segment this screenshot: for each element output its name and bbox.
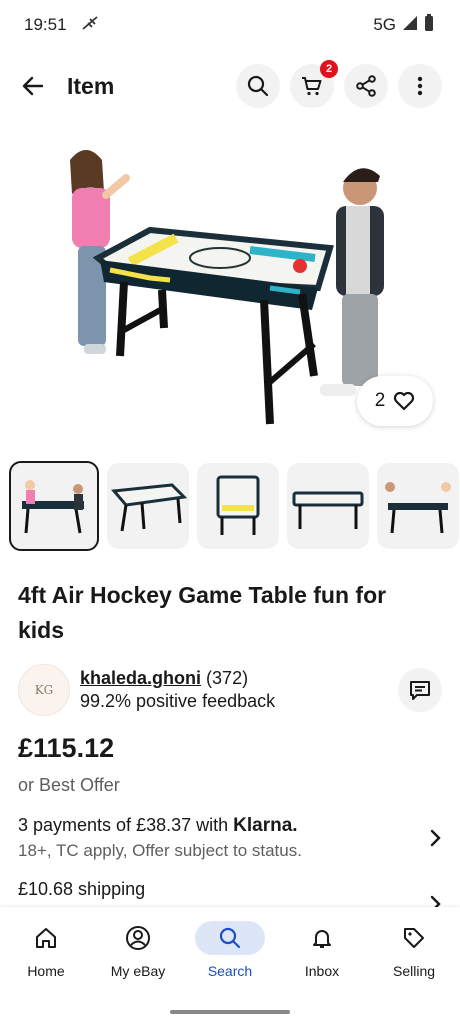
- signal-icon: [402, 15, 418, 36]
- chevron-right-icon: [430, 829, 441, 847]
- more-vertical-icon: [417, 76, 423, 96]
- nav-home-label: Home: [27, 963, 65, 979]
- nav-my-ebay[interactable]: My eBay: [93, 921, 183, 979]
- nav-search[interactable]: Search: [185, 921, 275, 979]
- tag-icon: [404, 928, 424, 948]
- shipping-cost: £10.68 shipping: [18, 879, 146, 899]
- seller-feedback: 99.2% positive feedback: [80, 691, 276, 711]
- cart-icon: [302, 77, 322, 96]
- contact-seller-button[interactable]: [398, 668, 442, 712]
- watchlist-button[interactable]: 2: [357, 376, 433, 426]
- more-options-button[interactable]: [398, 64, 442, 108]
- thumbnail-3[interactable]: [197, 463, 279, 549]
- person-icon: [126, 926, 150, 950]
- klarna-logo: Klarna.: [233, 815, 298, 836]
- nav-search-label: Search: [207, 963, 253, 979]
- thumbnail-4[interactable]: [287, 463, 369, 549]
- share-button[interactable]: [344, 64, 388, 108]
- status-time: 19:51: [24, 15, 67, 34]
- search-icon: [219, 927, 241, 949]
- klarna-payments-text: 3 payments of £38.37 with: [18, 815, 229, 835]
- seller-row[interactable]: KG khaleda.ghoni (372) 99.2% positive fe…: [18, 662, 442, 718]
- nav-home[interactable]: Home: [1, 921, 91, 979]
- thumbnail-1[interactable]: [9, 461, 99, 551]
- network-type: 5G: [373, 15, 396, 34]
- status-bar: 19:51 5G: [0, 0, 460, 50]
- message-icon: [410, 681, 430, 700]
- nav-selling-label: Selling: [392, 963, 436, 979]
- best-offer-label: or Best Offer: [18, 775, 120, 795]
- thumbnail-5[interactable]: [377, 463, 459, 549]
- klarna-payment-row[interactable]: 3 payments of £38.37 with Klarna. 18+, T…: [18, 815, 442, 861]
- bell-icon: [313, 930, 331, 948]
- arrow-left-icon: [22, 76, 44, 96]
- thumbnail-strip: [9, 461, 459, 551]
- seller-rating-count: (372): [206, 668, 249, 688]
- home-indicator: [170, 1010, 290, 1014]
- seller-name[interactable]: khaleda.ghoni: [80, 668, 201, 688]
- page-title: Item: [67, 72, 115, 99]
- share-icon: [356, 75, 376, 97]
- thumbnail-2[interactable]: [107, 463, 189, 549]
- app-bar: Item 2: [0, 60, 460, 110]
- nav-inbox[interactable]: Inbox: [277, 921, 367, 979]
- nav-inbox-label: Inbox: [304, 963, 340, 979]
- watchers-count: 2: [374, 390, 386, 411]
- nav-my-ebay-label: My eBay: [110, 963, 166, 979]
- heart-icon: [394, 391, 415, 411]
- listing-title: 4ft Air Hockey Game Table fun for kids: [18, 582, 387, 643]
- cart-count-badge: 2: [320, 60, 338, 78]
- search-icon: [247, 75, 269, 97]
- nav-selling[interactable]: Selling: [369, 921, 459, 979]
- back-button[interactable]: [18, 71, 48, 101]
- battery-icon: [424, 13, 434, 37]
- price: £115.12: [18, 733, 115, 763]
- seller-avatar[interactable]: KG: [18, 664, 70, 716]
- home-icon: [36, 928, 56, 948]
- klarna-terms: 18+, TC apply, Offer subject to status.: [18, 841, 302, 860]
- bottom-navigation: Home My eBay Search Inbox Selling: [0, 907, 460, 1024]
- cart-button[interactable]: 2: [290, 60, 338, 108]
- search-button[interactable]: [236, 64, 280, 108]
- signal-mute-icon: [81, 15, 99, 36]
